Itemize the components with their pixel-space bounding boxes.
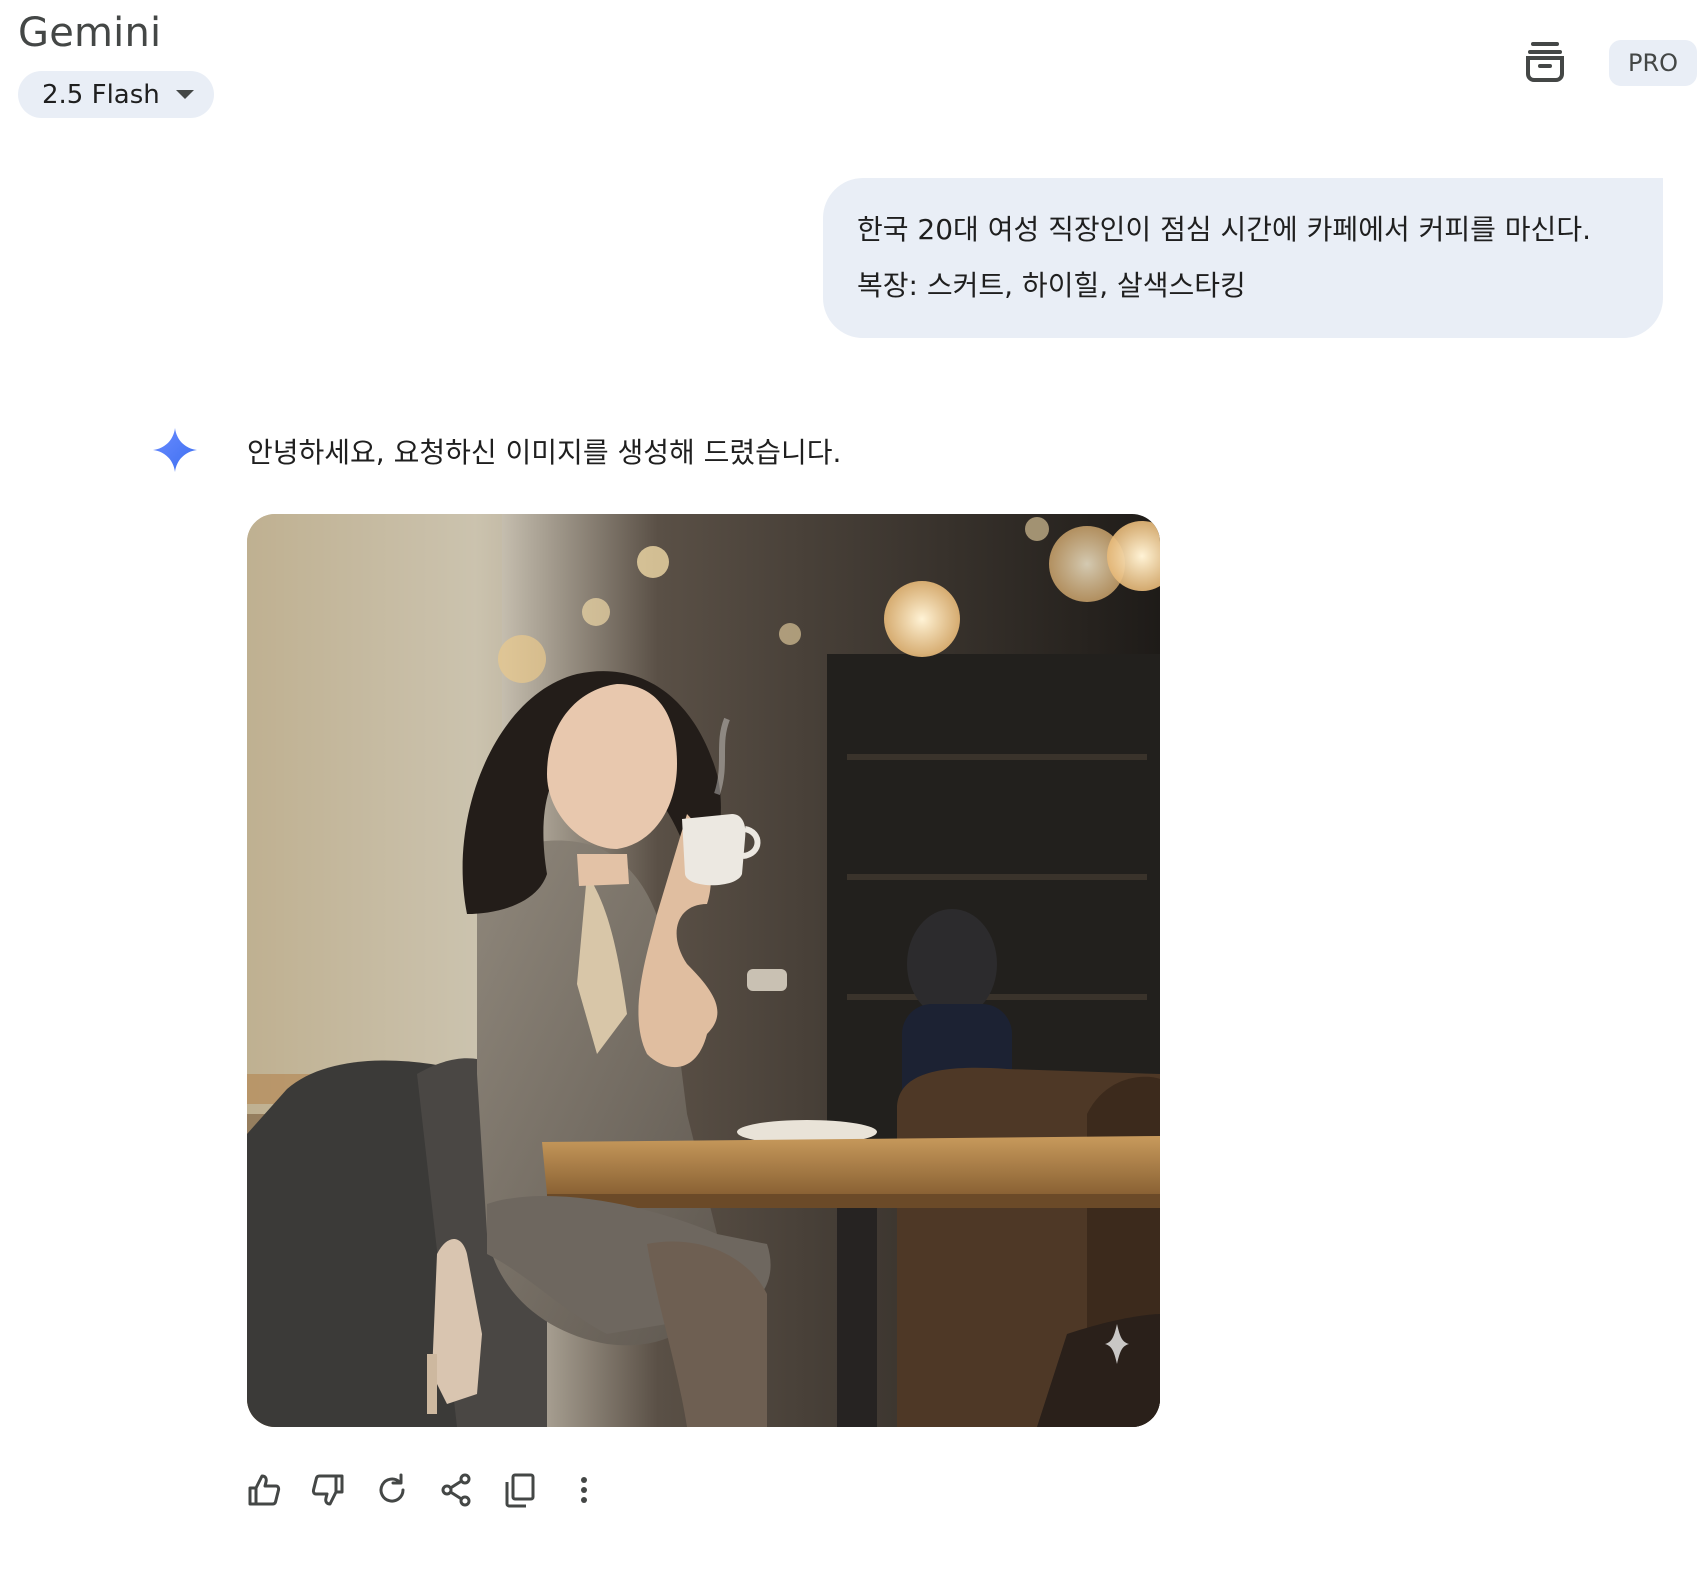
gemini-spark-icon: [151, 426, 199, 474]
more-icon[interactable]: [564, 1470, 604, 1510]
model-label: 2.5 Flash: [42, 79, 160, 110]
response-text: 안녕하세요, 요청하신 이미지를 생성해 드렸습니다.: [247, 436, 842, 469]
user-message-line: 복장: 스커트, 하이힐, 살색스타킹: [857, 269, 1246, 302]
share-icon[interactable]: [436, 1470, 476, 1510]
user-message-bubble: 한국 20대 여성 직장인이 점심 시간에 카페에서 커피를 마신다. 복장: …: [823, 178, 1663, 338]
response-action-bar: [244, 1470, 628, 1510]
regenerate-icon[interactable]: [372, 1470, 412, 1510]
caret-down-icon: [175, 90, 194, 99]
thumbs-down-icon[interactable]: [308, 1470, 348, 1510]
app-title: Gemini: [18, 10, 162, 56]
model-selector[interactable]: 2.5 Flash: [18, 71, 214, 118]
generated-image[interactable]: [247, 514, 1160, 1427]
copy-icon[interactable]: [500, 1470, 540, 1510]
pro-badge[interactable]: PRO: [1609, 40, 1697, 86]
history-icon[interactable]: [1522, 38, 1568, 84]
user-message-line: 한국 20대 여성 직장인이 점심 시간에 카페에서 커피를 마신다.: [857, 213, 1591, 246]
thumbs-up-icon[interactable]: [244, 1470, 284, 1510]
